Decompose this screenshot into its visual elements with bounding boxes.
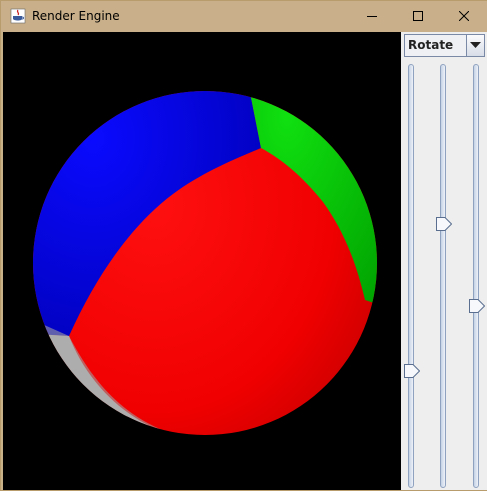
- slider-3-track[interactable]: [473, 64, 479, 488]
- app-window: Render Engine Rotate: [0, 0, 487, 491]
- chevron-down-icon: [470, 42, 481, 48]
- slider-1-thumb[interactable]: [404, 363, 421, 378]
- slider-2[interactable]: [436, 64, 453, 488]
- rendered-sphere: [33, 91, 377, 435]
- slider-3-thumb[interactable]: [469, 298, 486, 313]
- mode-select[interactable]: Rotate: [404, 34, 485, 57]
- window-title: Render Engine: [32, 9, 120, 23]
- slider-2-thumb[interactable]: [436, 216, 453, 231]
- mode-select-arrow[interactable]: [466, 35, 484, 56]
- close-button[interactable]: [441, 1, 487, 32]
- maximize-button[interactable]: [395, 1, 441, 32]
- java-cup-icon: [10, 8, 26, 24]
- slider-1-track[interactable]: [408, 64, 414, 488]
- slider-1[interactable]: [404, 64, 421, 488]
- slider-2-track[interactable]: [440, 64, 446, 488]
- minimize-icon: [367, 16, 377, 17]
- minimize-button[interactable]: [349, 1, 395, 32]
- maximize-icon: [413, 11, 423, 21]
- mode-select-value: Rotate: [408, 38, 454, 52]
- close-icon: [459, 11, 469, 21]
- slider-3[interactable]: [469, 64, 486, 488]
- render-canvas[interactable]: [3, 32, 401, 490]
- title-bar[interactable]: Render Engine: [1, 1, 487, 32]
- controls-panel: Rotate: [401, 32, 487, 490]
